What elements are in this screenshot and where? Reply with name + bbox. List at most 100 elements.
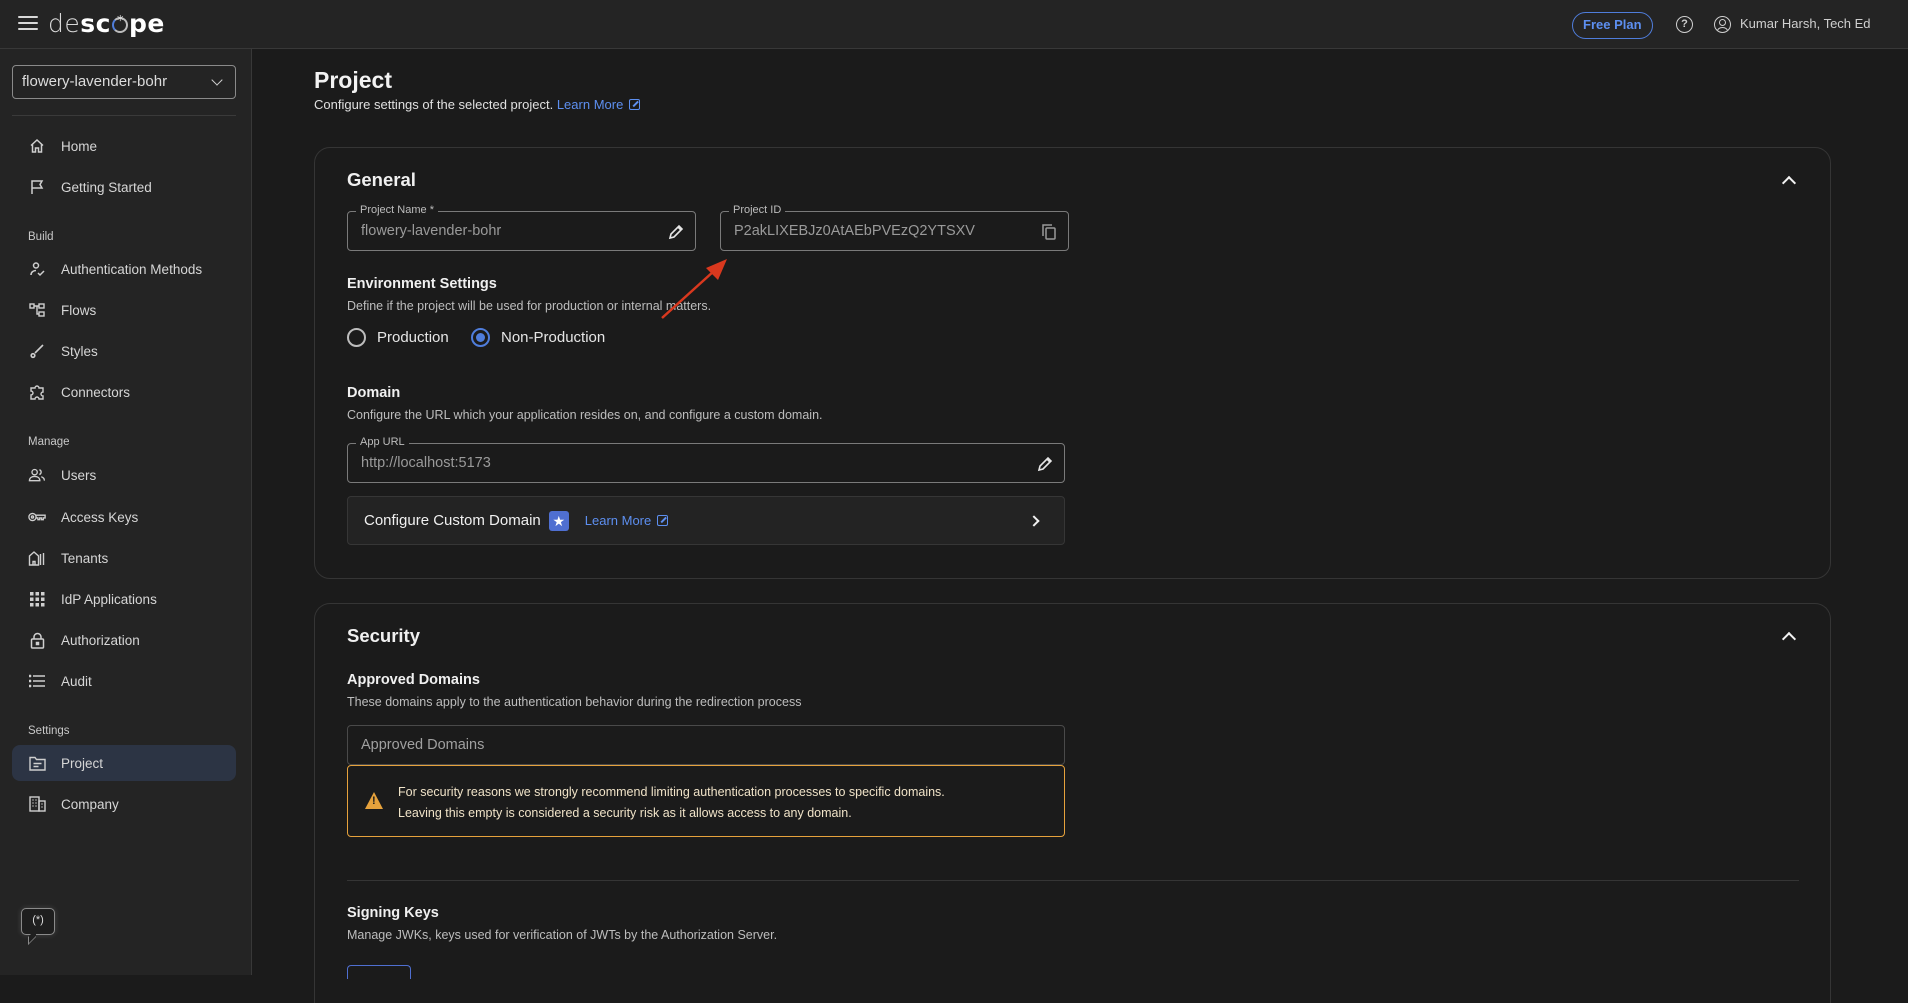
- project-id-label: Project ID: [729, 204, 786, 216]
- home-icon: [28, 137, 46, 155]
- copy-icon[interactable]: [1040, 223, 1058, 241]
- tenants-icon: [28, 549, 46, 567]
- sidebar-item-label: Home: [61, 138, 98, 154]
- approved-domains-input[interactable]: Approved Domains: [347, 725, 1065, 765]
- sidebar-item-home[interactable]: Home: [12, 128, 236, 164]
- warning-line-2: Leaving this empty is considered a secur…: [398, 806, 852, 820]
- warning-icon: [365, 792, 383, 809]
- sidebar-item-label: Getting Started: [61, 179, 152, 195]
- folder-icon: [28, 754, 46, 772]
- sidebar-item-company[interactable]: Company: [12, 786, 236, 822]
- page-subtitle: Configure settings of the selected proje…: [314, 97, 641, 112]
- descope-logo[interactable]: descpe: [48, 9, 165, 38]
- environment-settings-desc: Define if the project will be used for p…: [347, 299, 712, 313]
- free-plan-badge[interactable]: Free Plan: [1572, 12, 1653, 39]
- warning-text: For security reasons we strongly recomme…: [398, 782, 945, 824]
- edit-pencil-icon[interactable]: [1036, 455, 1054, 473]
- app-url-field[interactable]: App URL http://localhost:5173: [347, 436, 1065, 483]
- radio-checked-icon: [471, 328, 490, 347]
- user-name[interactable]: Kumar Harsh, Tech Ed: [1740, 16, 1871, 31]
- sidebar-item-getting-started[interactable]: Getting Started: [12, 169, 236, 205]
- domain-desc: Configure the URL which your application…: [347, 408, 823, 422]
- list-icon: [28, 672, 46, 690]
- app-url-value: http://localhost:5173: [361, 455, 491, 471]
- sidebar-item-flows[interactable]: Flows: [12, 292, 236, 328]
- chevron-right-icon: [1028, 515, 1040, 527]
- warning-line-1: For security reasons we strongly recomme…: [398, 785, 945, 799]
- sidebar-item-tenants[interactable]: Tenants: [12, 540, 236, 576]
- security-title: Security: [347, 625, 421, 646]
- flows-icon: [28, 301, 46, 319]
- approved-domains-title: Approved Domains: [347, 672, 480, 688]
- external-link-icon: [629, 99, 641, 110]
- domain-title: Domain: [347, 385, 401, 401]
- project-id-field[interactable]: Project ID P2akLIXEBJz0AtAEbPVEzQ2YTSXV: [720, 204, 1069, 251]
- sidebar-item-label: Flows: [61, 302, 97, 318]
- page-subtitle-text: Configure settings of the selected proje…: [314, 97, 554, 112]
- sidebar-item-users[interactable]: Users: [12, 457, 236, 493]
- building-icon: [28, 795, 46, 813]
- chevron-down-icon: [211, 74, 223, 86]
- sidebar-item-label: Access Keys: [61, 509, 139, 525]
- sidebar-item-connectors[interactable]: Connectors: [12, 374, 236, 410]
- logo-text-bold-end: pe: [128, 9, 165, 38]
- learn-more-label: Learn More: [556, 97, 624, 112]
- radio-production[interactable]: Production: [347, 328, 449, 347]
- help-icon[interactable]: ?: [1676, 16, 1693, 33]
- configure-custom-domain-row[interactable]: Configure Custom Domain ★ Learn More: [347, 496, 1065, 545]
- collapse-general-icon[interactable]: [1781, 175, 1797, 191]
- chat-icon: (*): [32, 914, 44, 926]
- radio-non-production[interactable]: Non-Production: [471, 328, 605, 347]
- sidebar-item-label: Authentication Methods: [61, 261, 203, 277]
- custom-domain-label: Configure Custom Domain: [364, 512, 541, 529]
- logo-text-thin: de: [48, 9, 81, 38]
- sidebar-item-authentication-methods[interactable]: Authentication Methods: [12, 251, 236, 287]
- signing-keys-button[interactable]: [347, 965, 411, 979]
- menu-icon[interactable]: [18, 16, 38, 32]
- chat-support-button[interactable]: (*): [21, 908, 55, 935]
- sidebar-item-label: Company: [61, 796, 119, 812]
- custom-domain-learn-more-link[interactable]: Learn More: [584, 513, 669, 528]
- brush-icon: [28, 342, 46, 360]
- sidebar-item-label: Project: [61, 755, 104, 771]
- sidebar-item-label: Audit: [61, 673, 92, 689]
- learn-more-link[interactable]: Learn More: [556, 97, 641, 112]
- sidebar-item-label: Connectors: [61, 384, 131, 400]
- flag-icon: [28, 178, 46, 196]
- app-url-label: App URL: [356, 436, 409, 448]
- star-icon: ★: [548, 510, 569, 531]
- sidebar-item-project[interactable]: Project: [12, 745, 236, 781]
- general-title: General: [347, 169, 416, 190]
- security-section: Security Approved Domains These domains …: [314, 603, 1831, 1003]
- logo-o-icon: [111, 14, 128, 33]
- users-icon: [28, 466, 46, 484]
- sidebar-item-access-keys[interactable]: Access Keys: [12, 499, 236, 535]
- user-check-icon: [28, 260, 46, 278]
- sidebar-item-audit[interactable]: Audit: [12, 663, 236, 699]
- edit-pencil-icon[interactable]: [667, 223, 685, 241]
- project-name-field[interactable]: Project Name * flowery-lavender-bohr: [347, 204, 696, 251]
- key-icon: [28, 508, 46, 526]
- sidebar-item-idp-applications[interactable]: IdP Applications: [12, 581, 236, 617]
- sidebar: flowery-lavender-bohr Home Getting Start…: [0, 49, 252, 975]
- sidebar-item-authorization[interactable]: Authorization: [12, 622, 236, 658]
- page-title: Project: [314, 67, 392, 93]
- sidebar-divider: [12, 115, 236, 116]
- signing-keys-title: Signing Keys: [347, 905, 439, 921]
- project-selector[interactable]: flowery-lavender-bohr: [12, 65, 236, 99]
- grid-icon: [28, 590, 46, 608]
- user-avatar-icon[interactable]: [1714, 16, 1731, 33]
- environment-settings-title: Environment Settings: [347, 276, 497, 292]
- external-link-icon: [657, 515, 669, 526]
- sidebar-item-label: Styles: [61, 343, 98, 359]
- sidebar-item-styles[interactable]: Styles: [12, 333, 236, 369]
- radio-production-label: Production: [377, 329, 449, 346]
- logo-text-bold: sc: [80, 9, 111, 38]
- radio-unchecked-icon: [347, 328, 366, 347]
- section-divider: [347, 880, 1799, 881]
- top-bar: descpe Free Plan ? Kumar Harsh, Tech Ed: [0, 0, 1908, 49]
- custom-domain-learn-more-label: Learn More: [584, 513, 652, 528]
- collapse-security-icon[interactable]: [1781, 631, 1797, 647]
- puzzle-icon: [28, 383, 46, 401]
- sidebar-item-label: Authorization: [61, 632, 140, 648]
